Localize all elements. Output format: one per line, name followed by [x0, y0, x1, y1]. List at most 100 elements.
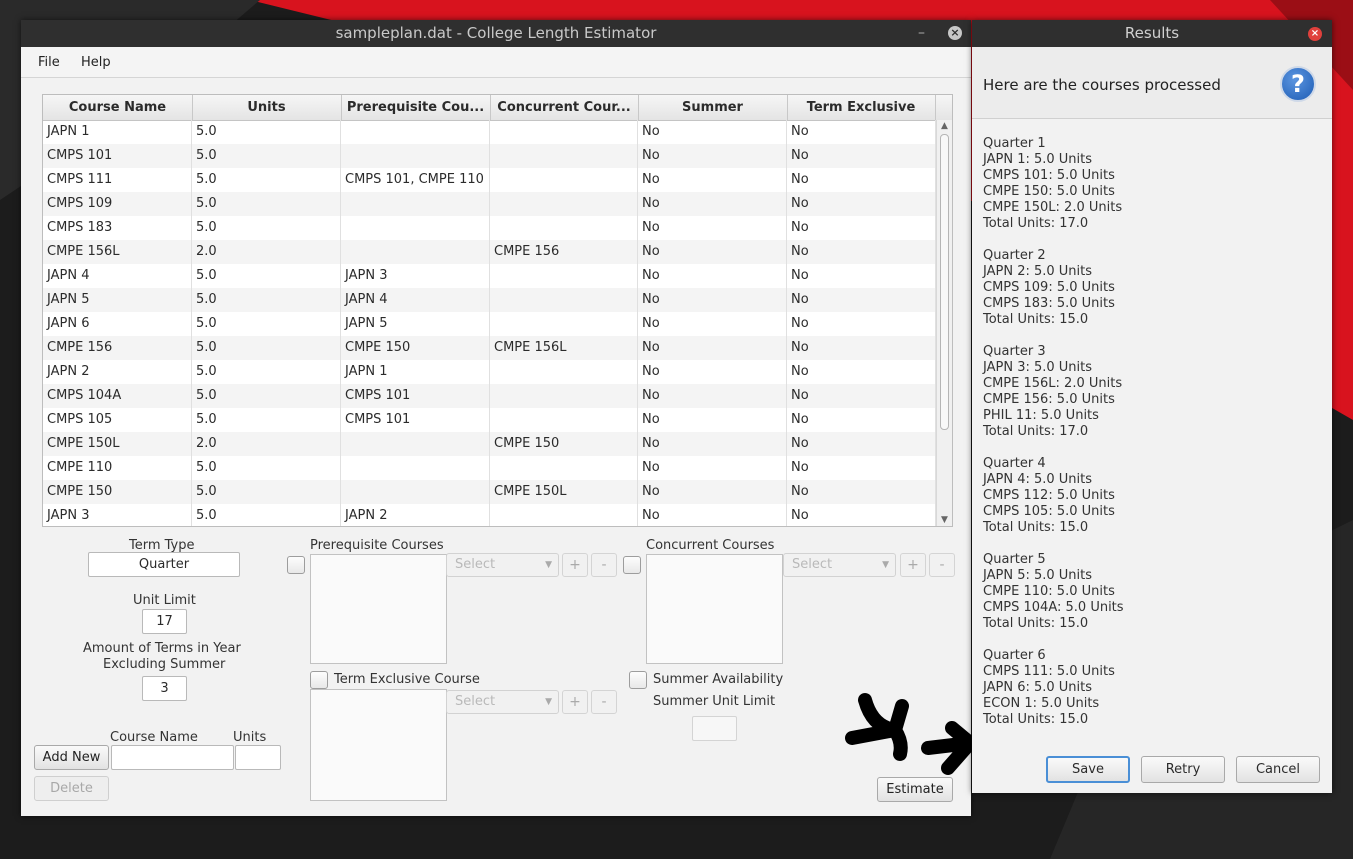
table-row[interactable]: CMPE 156L 2.0 CMPE 156 No No [43, 240, 936, 264]
concurrent-select[interactable]: Select ▼ [783, 553, 896, 577]
results-titlebar[interactable]: Results × [972, 20, 1332, 47]
results-header: Here are the courses processed ? [972, 47, 1332, 119]
table-row[interactable]: JAPN 3 5.0 JAPN 2 No No [43, 504, 936, 526]
table-row[interactable]: JAPN 1 5.0 No No [43, 120, 936, 144]
table-cell: CMPE 156 [43, 336, 192, 360]
table-cell: 5.0 [192, 480, 341, 504]
table-cell: No [787, 456, 936, 480]
table-row[interactable]: CMPE 110 5.0 No No [43, 456, 936, 480]
course-name-input[interactable] [111, 745, 234, 770]
minimize-button[interactable]: – [918, 20, 925, 47]
concurrent-list[interactable] [646, 554, 783, 664]
table-row[interactable]: JAPN 2 5.0 JAPN 1 No No [43, 360, 936, 384]
retry-button[interactable]: Retry [1141, 756, 1225, 783]
table-cell: 5.0 [192, 216, 341, 240]
concurrent-checkbox[interactable] [623, 556, 641, 574]
table-cell: No [638, 456, 787, 480]
quarter-course-line: PHIL 11: 5.0 Units [983, 408, 1099, 423]
quarter-course-line: CMPS 111: 5.0 Units [983, 664, 1115, 679]
prerequisite-add-button[interactable]: + [562, 553, 588, 577]
table-header: Course Name Units Prerequisite Cou... Concu… [43, 95, 952, 121]
table-row[interactable]: CMPS 183 5.0 No No [43, 216, 936, 240]
table-cell [341, 240, 490, 264]
table-cell: JAPN 4 [341, 288, 490, 312]
concurrent-remove-button[interactable]: - [929, 553, 955, 577]
term-exclusive-add-button[interactable]: + [562, 690, 588, 714]
table-cell: CMPS 101 [341, 408, 490, 432]
term-exclusive-remove-button[interactable]: - [591, 690, 617, 714]
quarter-course-line: CMPE 156: 5.0 Units [983, 392, 1115, 407]
prerequisite-checkbox[interactable] [287, 556, 305, 574]
term-type-field[interactable]: Quarter [88, 552, 240, 577]
prerequisite-select[interactable]: Select ▼ [446, 553, 559, 577]
scroll-up-icon[interactable]: ▲ [937, 120, 952, 132]
term-exclusive-select[interactable]: Select ▼ [446, 690, 559, 714]
table-cell [490, 264, 638, 288]
column-header[interactable]: Units [192, 95, 342, 120]
table-row[interactable]: CMPE 150L 2.0 CMPE 150 No No [43, 432, 936, 456]
table-vertical-scrollbar[interactable]: ▲ ▼ [936, 120, 952, 526]
scroll-down-icon[interactable]: ▼ [937, 514, 952, 526]
column-header[interactable]: Course Name [43, 95, 193, 120]
table-cell [341, 456, 490, 480]
save-button[interactable]: Save [1046, 756, 1130, 783]
table-cell: No [787, 432, 936, 456]
column-header[interactable]: Concurrent Cour... [490, 95, 639, 120]
table-cell: CMPS 111 [43, 168, 192, 192]
table-cell [341, 144, 490, 168]
concurrent-add-button[interactable]: + [900, 553, 926, 577]
close-button[interactable]: × [948, 26, 962, 40]
scroll-thumb[interactable] [940, 134, 949, 430]
table-cell: No [638, 432, 787, 456]
results-title: Results [1124, 24, 1180, 42]
term-exclusive-checkbox[interactable] [310, 671, 328, 689]
quarter-title: Quarter 5 [983, 552, 1046, 567]
unit-limit-field[interactable]: 17 [142, 609, 187, 634]
column-header[interactable]: Prerequisite Cou... [341, 95, 491, 120]
delete-button[interactable]: Delete [34, 776, 109, 801]
table-cell: CMPE 150 [43, 480, 192, 504]
summer-availability-checkbox[interactable] [629, 671, 647, 689]
units-label: Units [233, 730, 267, 745]
table-cell: No [638, 120, 787, 144]
table-row[interactable]: CMPS 101 5.0 No No [43, 144, 936, 168]
table-cell: 5.0 [192, 312, 341, 336]
course-name-label: Course Name [110, 730, 198, 745]
table-row[interactable]: JAPN 6 5.0 JAPN 5 No No [43, 312, 936, 336]
summer-unit-limit-field[interactable] [692, 716, 737, 741]
main-titlebar[interactable]: sampleplan.dat - College Length Estimato… [21, 20, 971, 47]
quarter-total: Total Units: 15.0 [983, 712, 1089, 727]
table-row[interactable]: CMPE 150 5.0 CMPE 150L No No [43, 480, 936, 504]
table-row[interactable]: CMPS 104A 5.0 CMPS 101 No No [43, 384, 936, 408]
units-input[interactable] [235, 745, 281, 770]
prerequisite-list[interactable] [310, 554, 447, 664]
course-table[interactable]: Course Name Units Prerequisite Cou... Concu… [42, 94, 953, 527]
add-new-button[interactable]: Add New [34, 745, 109, 770]
table-cell: No [787, 264, 936, 288]
table-row[interactable]: JAPN 5 5.0 JAPN 4 No No [43, 288, 936, 312]
cancel-button[interactable]: Cancel [1236, 756, 1320, 783]
terms-per-year-field[interactable]: 3 [142, 676, 187, 701]
table-cell: No [787, 480, 936, 504]
table-cell [490, 288, 638, 312]
menu-help[interactable]: Help [81, 55, 111, 70]
prerequisite-remove-button[interactable]: - [591, 553, 617, 577]
table-row[interactable]: CMPS 105 5.0 CMPS 101 No No [43, 408, 936, 432]
table-cell [490, 384, 638, 408]
column-header[interactable]: Summer [638, 95, 788, 120]
table-cell [490, 408, 638, 432]
table-cell: No [638, 384, 787, 408]
results-close-icon[interactable]: × [1308, 27, 1322, 41]
table-row[interactable]: CMPS 109 5.0 No No [43, 192, 936, 216]
column-header[interactable]: Term Exclusive [787, 95, 936, 120]
term-exclusive-label: Term Exclusive Course [334, 672, 480, 687]
table-row[interactable]: CMPE 156 5.0 CMPE 150 CMPE 156L No No [43, 336, 936, 360]
table-cell [490, 504, 638, 526]
table-row[interactable]: JAPN 4 5.0 JAPN 3 No No [43, 264, 936, 288]
quarter-course-line: CMPE 150L: 2.0 Units [983, 200, 1123, 215]
table-cell: CMPS 104A [43, 384, 192, 408]
concurrent-label: Concurrent Courses [646, 538, 775, 553]
term-exclusive-list[interactable] [310, 689, 447, 801]
table-row[interactable]: CMPS 111 5.0 CMPS 101, CMPE 110 No No [43, 168, 936, 192]
menu-file[interactable]: File [38, 55, 60, 70]
